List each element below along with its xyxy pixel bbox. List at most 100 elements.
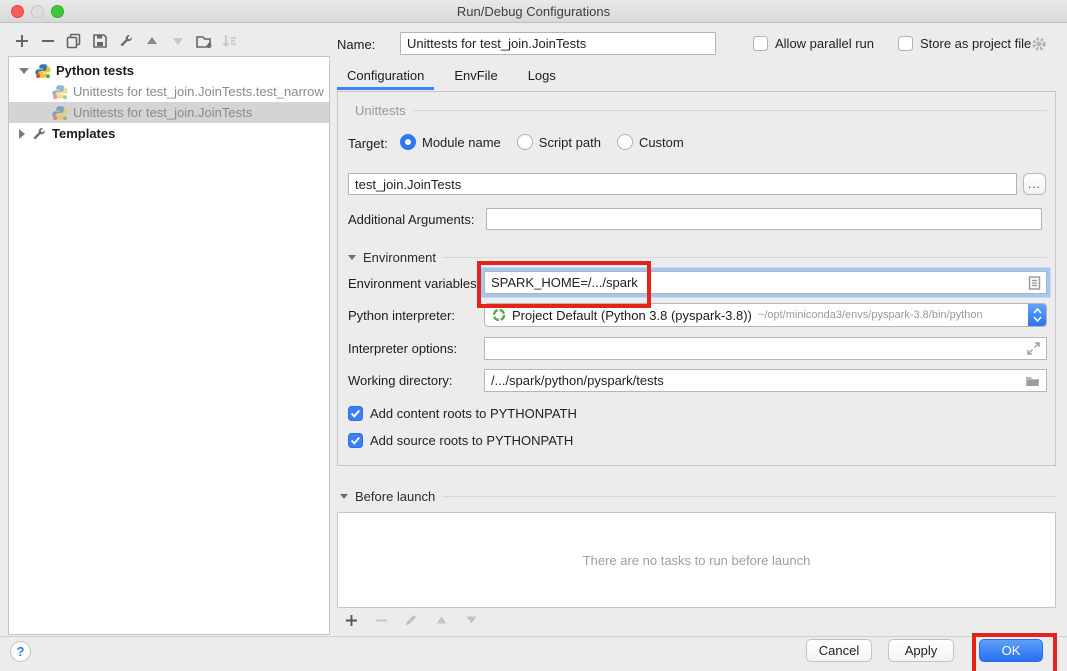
interpreter-options-label: Interpreter options: bbox=[348, 341, 457, 356]
configuration-panel: Unittests Target: Module name Script pat… bbox=[337, 91, 1056, 466]
unittests-group-title: Unittests bbox=[355, 103, 406, 118]
tree-item-label: Templates bbox=[52, 126, 115, 141]
working-directory-input[interactable] bbox=[485, 370, 1046, 391]
edit-templates-wrench-icon[interactable] bbox=[118, 33, 134, 49]
tree-item-python-tests[interactable]: Python tests bbox=[9, 60, 329, 81]
checkbox-unchecked-icon[interactable] bbox=[753, 36, 768, 51]
target-label: Target: bbox=[348, 136, 388, 151]
remove-configuration-icon[interactable] bbox=[40, 33, 56, 49]
minimize-window-button bbox=[31, 5, 44, 18]
radio-unselected-icon[interactable] bbox=[617, 134, 633, 150]
additional-arguments-input[interactable] bbox=[486, 208, 1042, 230]
interpreter-value: Project Default (Python 3.8 (pyspark-3.8… bbox=[512, 308, 752, 323]
title-bar: Run/Debug Configurations bbox=[0, 0, 1067, 23]
additional-arguments-label: Additional Arguments: bbox=[348, 212, 474, 227]
tab-envfile[interactable]: EnvFile bbox=[444, 64, 507, 90]
add-content-roots-label: Add content roots to PYTHONPATH bbox=[370, 406, 577, 421]
collapse-arrow-icon[interactable] bbox=[348, 255, 356, 260]
add-configuration-icon[interactable] bbox=[14, 33, 30, 49]
tree-item-unittests-narrow[interactable]: Unittests for test_join.JoinTests.test_n… bbox=[9, 81, 329, 102]
configurations-toolbar bbox=[14, 32, 238, 50]
apply-button[interactable]: Apply bbox=[888, 639, 954, 662]
tab-logs[interactable]: Logs bbox=[518, 64, 566, 90]
zoom-window-button[interactable] bbox=[51, 5, 64, 18]
radio-custom[interactable]: Custom bbox=[617, 134, 684, 150]
expand-field-icon[interactable] bbox=[1027, 342, 1040, 355]
interpreter-options-field bbox=[484, 337, 1047, 360]
python-test-config-icon bbox=[52, 105, 68, 121]
new-folder-icon[interactable] bbox=[196, 33, 212, 49]
name-input[interactable] bbox=[400, 32, 716, 55]
python-interpreter-select[interactable]: Project Default (Python 3.8 (pyspark-3.8… bbox=[484, 303, 1047, 327]
environment-variables-input[interactable] bbox=[485, 272, 1046, 293]
add-content-roots-checkbox[interactable]: Add content roots to PYTHONPATH bbox=[348, 406, 577, 421]
edit-task-pencil-icon bbox=[403, 612, 419, 628]
before-launch-task-list: There are no tasks to run before launch bbox=[337, 512, 1056, 608]
move-task-up-icon bbox=[433, 612, 449, 628]
move-up-icon[interactable] bbox=[144, 33, 160, 49]
interpreter-options-input[interactable] bbox=[485, 338, 1046, 359]
tree-item-unittests-jointests[interactable]: Unittests for test_join.JoinTests bbox=[9, 102, 329, 123]
run-debug-configurations-dialog: Run/Debug Configurations bbox=[0, 0, 1067, 671]
environment-variables-label: Environment variables: bbox=[348, 276, 480, 291]
target-radio-group: Module name Script path Custom bbox=[400, 134, 684, 150]
before-launch-group-header[interactable]: Before launch bbox=[340, 489, 1056, 504]
store-as-project-file-label: Store as project file bbox=[920, 36, 1031, 51]
collapse-arrow-icon[interactable] bbox=[340, 494, 348, 499]
radio-selected-icon[interactable] bbox=[400, 134, 416, 150]
remove-task-icon bbox=[373, 612, 389, 628]
radio-label: Module name bbox=[422, 135, 501, 150]
tree-item-templates[interactable]: Templates bbox=[9, 123, 329, 144]
tree-item-label: Unittests for test_join.JoinTests bbox=[73, 105, 252, 120]
help-question-icon: ? bbox=[17, 644, 25, 659]
radio-module-name[interactable]: Module name bbox=[400, 134, 501, 150]
before-launch-toolbar bbox=[343, 611, 479, 629]
python-test-config-icon bbox=[52, 84, 68, 100]
checkbox-unchecked-icon[interactable] bbox=[898, 36, 913, 51]
before-launch-group-title: Before launch bbox=[355, 489, 435, 504]
chevron-down-icon[interactable] bbox=[19, 68, 29, 74]
radio-label: Custom bbox=[639, 135, 684, 150]
radio-label: Script path bbox=[539, 135, 601, 150]
name-label: Name: bbox=[337, 37, 375, 52]
conda-environment-icon bbox=[492, 308, 506, 322]
checkbox-checked-icon[interactable] bbox=[348, 433, 363, 448]
save-configuration-icon[interactable] bbox=[92, 33, 108, 49]
radio-unselected-icon[interactable] bbox=[517, 134, 533, 150]
radio-script-path[interactable]: Script path bbox=[517, 134, 601, 150]
gear-icon[interactable] bbox=[1031, 36, 1047, 52]
allow-parallel-run-label: Allow parallel run bbox=[775, 36, 874, 51]
traffic-lights bbox=[11, 5, 64, 18]
tab-configuration[interactable]: Configuration bbox=[337, 64, 434, 90]
working-directory-field bbox=[484, 369, 1047, 392]
tree-item-label: Python tests bbox=[56, 63, 134, 78]
ok-button[interactable]: OK bbox=[979, 639, 1043, 662]
checkbox-checked-icon[interactable] bbox=[348, 406, 363, 421]
templates-wrench-icon bbox=[31, 126, 47, 142]
window-title: Run/Debug Configurations bbox=[457, 4, 610, 19]
tree-item-label: Unittests for test_join.JoinTests.test_n… bbox=[73, 84, 324, 99]
cancel-button[interactable]: Cancel bbox=[806, 639, 872, 662]
module-name-input[interactable] bbox=[348, 173, 1017, 195]
environment-group-header[interactable]: Environment bbox=[348, 250, 1047, 265]
copy-configuration-icon[interactable] bbox=[66, 33, 82, 49]
add-task-icon[interactable] bbox=[343, 612, 359, 628]
move-down-icon bbox=[170, 33, 186, 49]
browse-button[interactable]: ... bbox=[1023, 173, 1046, 195]
combo-stepper-icon[interactable] bbox=[1028, 303, 1047, 327]
working-directory-label: Working directory: bbox=[348, 373, 453, 388]
close-window-button[interactable] bbox=[11, 5, 24, 18]
add-source-roots-label: Add source roots to PYTHONPATH bbox=[370, 433, 573, 448]
python-tests-icon bbox=[35, 63, 51, 79]
footer-separator bbox=[0, 636, 1067, 637]
allow-parallel-run-checkbox[interactable]: Allow parallel run bbox=[753, 36, 874, 51]
python-interpreter-label: Python interpreter: bbox=[348, 308, 455, 323]
add-source-roots-checkbox[interactable]: Add source roots to PYTHONPATH bbox=[348, 433, 573, 448]
folder-icon[interactable] bbox=[1025, 375, 1040, 387]
store-as-project-file-checkbox[interactable]: Store as project file bbox=[898, 36, 1031, 51]
edit-variables-list-icon[interactable] bbox=[1028, 276, 1041, 290]
move-task-down-icon bbox=[463, 612, 479, 628]
chevron-right-icon[interactable] bbox=[19, 129, 25, 139]
unittests-group-header: Unittests bbox=[355, 103, 1047, 118]
help-button[interactable]: ? bbox=[10, 641, 31, 662]
